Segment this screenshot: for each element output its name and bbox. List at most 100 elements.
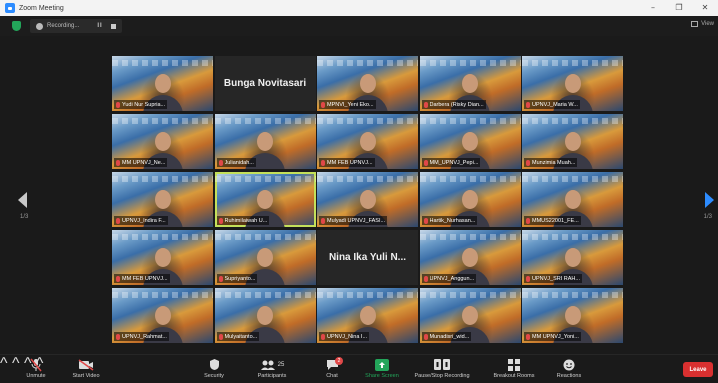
share-screen-button[interactable]: Share Screen — [360, 357, 404, 379]
muted-mic-icon — [526, 333, 530, 340]
participants-button[interactable]: 25 Participants — [252, 357, 292, 379]
minimize-button[interactable]: – — [640, 0, 666, 16]
muted-mic-icon — [321, 217, 325, 224]
participant-tile[interactable]: UPNVJ_SRI RAH... — [522, 230, 623, 285]
participant-tile[interactable]: Julianidah... — [214, 114, 316, 169]
participant-tile[interactable]: Munadisri_wid... — [419, 288, 521, 343]
participant-tile[interactable]: MM FEB UPNVJ... — [317, 114, 418, 169]
security-button[interactable]: Security — [200, 357, 228, 379]
share-screen-icon — [360, 357, 404, 372]
view-button[interactable]: View — [691, 21, 714, 27]
unmute-button[interactable]: Unmute — [18, 357, 54, 379]
gallery-view-icon — [691, 21, 699, 27]
view-label: View — [701, 21, 714, 27]
participant-tile[interactable]: Ruhimilaiwah U... — [214, 172, 316, 227]
participant-name-label: Mulyaitanto... — [216, 332, 260, 341]
page-indicator-left: 1/3 — [20, 214, 29, 220]
participant-name-label: MM FEB UPNVJ... — [319, 158, 375, 167]
participant-name-label: MM_UPNVJ_Pepi... — [421, 158, 481, 167]
reactions-button[interactable]: Reactions — [552, 357, 586, 379]
participant-tile[interactable]: Darbera (Risky Dian... — [419, 56, 521, 111]
participant-tile[interactable]: MPNVI_Yeni Eko... — [317, 56, 418, 111]
participant-tile[interactable]: UPNVJ_Anggun... — [419, 230, 521, 285]
participants-count: 25 — [277, 361, 285, 368]
participant-tile[interactable]: Yudi Nur Supria... — [112, 56, 213, 111]
pause-recording-button[interactable]: II — [97, 23, 102, 29]
muted-mic-icon — [218, 159, 223, 166]
participant-face — [359, 190, 376, 209]
participant-tile[interactable]: UPNVJ_Rahmat... — [112, 288, 213, 343]
muted-microphone-icon — [18, 357, 54, 372]
participant-name-label: UPNVJ_Indira F... — [114, 216, 168, 225]
participant-tile[interactable]: MM UPNVJ_Yoni... — [522, 288, 623, 343]
window-title: Zoom Meeting — [19, 4, 64, 12]
participant-tile[interactable]: Munzimia Muah... — [522, 114, 623, 169]
participant-name-label: Hartik_Nurhasan... — [421, 216, 478, 225]
chat-button[interactable]: 2 Chat — [318, 357, 346, 379]
participant-tile[interactable]: MM FEB UPNVJ... — [112, 230, 213, 285]
participant-name: MM UPNVJ_Yoni... — [532, 333, 579, 340]
meeting-top-bar: Recording... II View — [0, 16, 718, 36]
pause-stop-recording-button[interactable]: Pause/Stop Recording — [410, 357, 474, 379]
participants-icon: 25 — [252, 357, 292, 372]
muted-mic-icon — [116, 101, 120, 108]
participant-face — [462, 74, 478, 93]
participant-tile[interactable]: UPNVJ_Indira F... — [112, 172, 213, 227]
participant-tile[interactable]: Bunga Novitasari — [214, 56, 316, 111]
shield-icon — [200, 357, 228, 372]
participant-name: UPNVJ_Indira F... — [122, 217, 166, 224]
participant-name-label: Julianidah... — [216, 158, 256, 167]
participant-name-label: UPNVJ_Rahmat... — [114, 332, 169, 341]
participant-face — [462, 306, 478, 325]
participant-tile[interactable]: Nina Ika Yuli N... — [317, 230, 418, 285]
participant-face — [154, 306, 171, 325]
stop-recording-button[interactable] — [110, 23, 116, 29]
muted-mic-icon — [423, 217, 428, 224]
participant-name-label: UPNVJ_SRI RAH... — [524, 274, 582, 283]
participant-face — [564, 190, 581, 209]
participant-name-label: Mulyadi UPNVJ_FASI... — [319, 216, 388, 225]
participant-face — [154, 190, 171, 209]
meeting-toolbar: Unmute ^ Start Video ^ Security 25 Parti… — [0, 354, 718, 383]
participant-name: Munzimia Muah... — [532, 159, 576, 166]
participants-label: Participants — [257, 373, 287, 379]
participant-tile[interactable]: UPNVJ_Nina I... — [317, 288, 418, 343]
next-page-arrow-icon[interactable] — [705, 192, 714, 208]
previous-page-arrow-icon[interactable] — [18, 192, 27, 208]
recording-indicator: Recording... II — [30, 19, 122, 33]
maximize-button[interactable]: ❐ — [666, 0, 692, 16]
close-button[interactable]: ✕ — [692, 0, 718, 16]
participant-tile[interactable]: Hartik_Nurhasan... — [419, 172, 521, 227]
participant-face — [154, 132, 171, 151]
recording-label: Recording... — [47, 23, 80, 29]
breakout-rooms-button[interactable]: Breakout Rooms — [488, 357, 540, 379]
participant-name: UPNVJ_SRI RAH... — [532, 275, 580, 282]
participant-tile[interactable]: Supriyanto... — [214, 230, 316, 285]
participant-tile[interactable]: Mulyadi UPNVJ_FASI... — [317, 172, 418, 227]
muted-mic-icon — [218, 333, 223, 340]
participant-tile[interactable]: UPNVJ_Maria W... — [522, 56, 623, 111]
participant-display-name: Bunga Novitasari — [223, 78, 307, 89]
window-controls: – ❐ ✕ — [640, 0, 718, 16]
breakout-rooms-label: Breakout Rooms — [493, 373, 535, 379]
security-shield-icon[interactable] — [12, 21, 21, 31]
security-label: Security — [204, 373, 224, 379]
participant-tile[interactable]: MM_UPNVJ_Pepi... — [419, 114, 521, 169]
participant-name: Supriyanto... — [224, 275, 256, 282]
muted-mic-icon — [423, 275, 428, 282]
participant-tile[interactable]: MMUS22001_FE... — [522, 172, 623, 227]
start-video-button[interactable]: Start Video — [64, 357, 108, 379]
participant-face — [359, 74, 376, 93]
participant-tile[interactable]: Mulyaitanto... — [214, 288, 316, 343]
audio-options-caret-icon[interactable]: ^ — [0, 355, 8, 372]
leave-button[interactable]: Leave — [683, 362, 713, 377]
participant-name: Julianidah... — [224, 159, 254, 166]
chat-unread-badge: 2 — [335, 357, 343, 365]
participant-tile[interactable]: MM UPNVJ_Ne... — [112, 114, 213, 169]
muted-mic-icon — [321, 333, 325, 340]
pause-recording-label: Pause/Stop Recording — [414, 373, 470, 379]
participant-name: Darbera (Risky Dian... — [429, 101, 484, 108]
participant-face — [564, 248, 581, 267]
participant-name-label: UPNVJ_Nina I... — [319, 332, 370, 341]
pause-recording-icon — [410, 357, 474, 372]
